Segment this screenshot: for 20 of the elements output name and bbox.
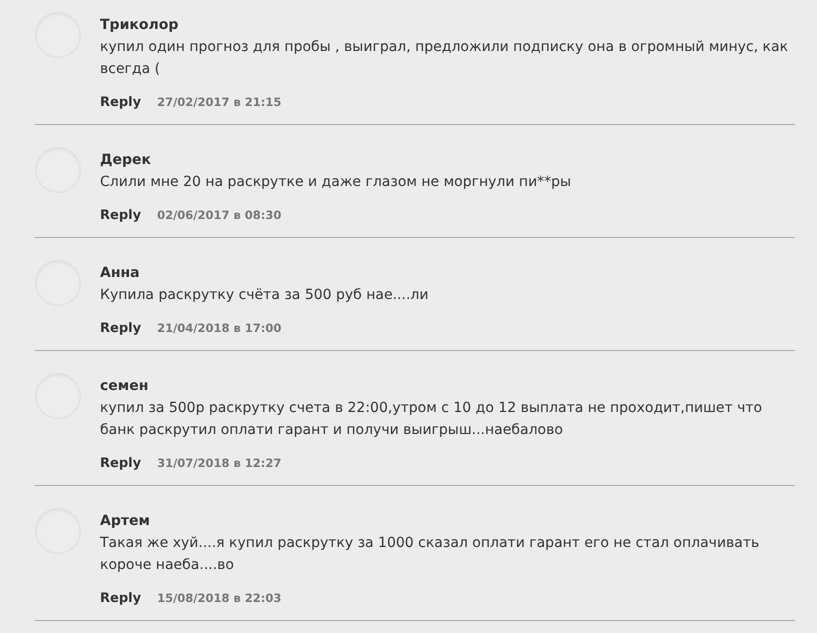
reply-link[interactable]: Reply <box>100 590 142 606</box>
reply-link[interactable]: Reply <box>100 320 142 336</box>
comment-text: Купила раскрутку счёта за 500 руб нае....ли <box>100 286 430 305</box>
comment-author: Дерек <box>100 151 152 170</box>
comment-author: Триколор <box>100 16 180 35</box>
comment-date: 27/02/2017 в 21:15 <box>157 95 282 109</box>
comment-text: Такая же хуй....я купил раскрутку за 1000 сказал оплати гарант его не стал оплачивать короче наеба....во <box>100 534 760 575</box>
comment-date: 21/04/2018 в 17:00 <box>157 321 282 335</box>
comment-date: 31/07/2018 в 12:27 <box>157 456 282 470</box>
comment-author: Артем <box>100 512 151 531</box>
comment-author: Анна <box>100 264 141 283</box>
comment-text: купил за 500р раскрутку счета в 22:00,утром с 10 до 12 выплата не проходит,пишет что банк раскрутил оплати гарант и получи выигрыш...наебалово <box>100 399 764 440</box>
comment-text: Слили мне 20 на раскрутке и даже глазом не моргнули пи**ры <box>100 173 572 192</box>
reply-link[interactable]: Reply <box>100 208 142 222</box>
comment-date: 02/06/2017 в 08:30 <box>157 208 282 222</box>
comment-date: 15/08/2018 в 22:03 <box>157 591 282 605</box>
reply-link[interactable]: Reply <box>100 456 142 470</box>
reply-link[interactable]: Reply <box>100 94 142 110</box>
comment-author: семен <box>100 377 150 396</box>
comment-text: купил один прогноз для пробы , выиграл, предложили подписку она в огромный минус, как всегда ( <box>100 38 790 79</box>
